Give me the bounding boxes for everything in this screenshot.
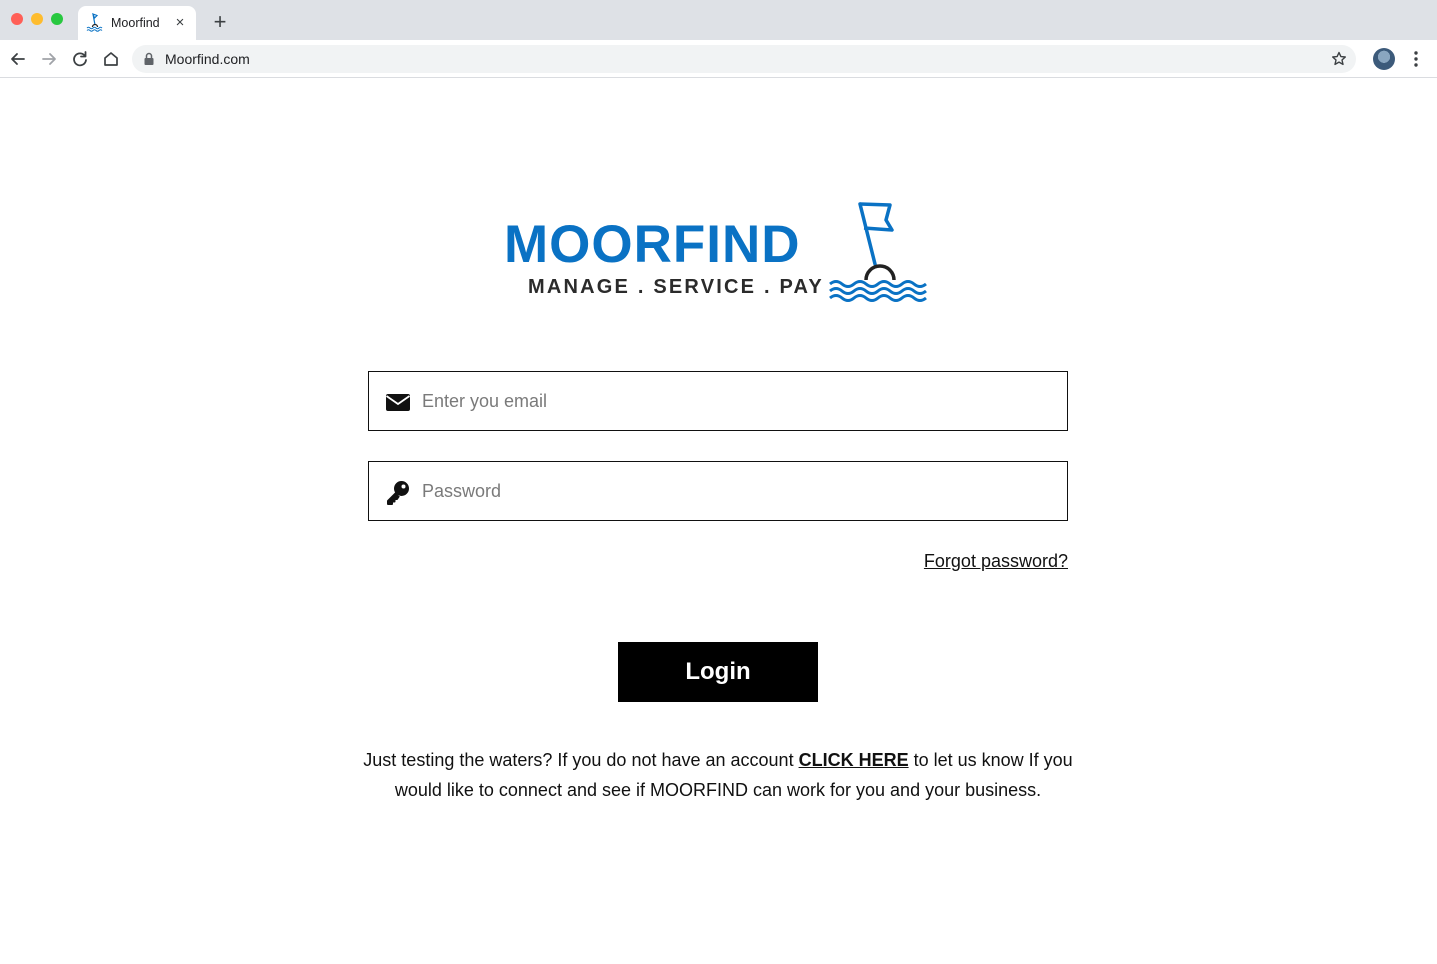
new-tab-button[interactable]: + — [209, 11, 231, 33]
url-text[interactable]: Moorfind.com — [165, 51, 250, 67]
maximize-window-button[interactable] — [51, 13, 63, 25]
reload-icon[interactable] — [69, 48, 91, 70]
browser-toolbar: Moorfind.com — [0, 40, 1437, 78]
home-icon[interactable] — [100, 48, 122, 70]
profile-avatar[interactable] — [1373, 48, 1395, 70]
password-field[interactable] — [368, 461, 1068, 521]
signup-text-before: Just testing the waters? If you do not h… — [363, 750, 799, 770]
close-window-button[interactable] — [11, 13, 23, 25]
tab-title: Moorfind — [111, 16, 160, 30]
kebab-menu-icon[interactable] — [1408, 49, 1424, 69]
password-input[interactable] — [422, 476, 1042, 506]
logo-tagline: MANAGE . SERVICE . PAY — [528, 276, 824, 298]
login-button[interactable]: Login — [618, 642, 818, 702]
logo-wordmark: MOORFIND — [504, 215, 801, 274]
email-field[interactable] — [368, 371, 1068, 431]
moorfind-favicon-icon — [86, 12, 103, 32]
click-here-link[interactable]: CLICK HERE — [799, 750, 909, 770]
signup-prompt: Just testing the waters? If you do not h… — [358, 745, 1078, 805]
browser-tabstrip: Moorfind × + — [0, 0, 1437, 40]
tab-close-icon[interactable]: × — [172, 15, 188, 31]
buoy-flag-icon — [829, 202, 927, 302]
back-arrow-icon[interactable] — [7, 48, 29, 70]
bookmark-star-icon[interactable] — [1330, 50, 1348, 68]
forgot-password-link[interactable]: Forgot password? — [924, 551, 1068, 572]
browser-tab[interactable]: Moorfind × — [78, 6, 196, 40]
forward-arrow-icon[interactable] — [38, 48, 60, 70]
minimize-window-button[interactable] — [31, 13, 43, 25]
lock-icon — [144, 52, 154, 65]
key-icon — [387, 481, 409, 505]
envelope-icon — [385, 394, 411, 411]
address-bar[interactable]: Moorfind.com — [132, 45, 1356, 73]
email-input[interactable] — [422, 386, 1042, 416]
moorfind-logo: MOORFIND MANAGE . SERVICE . PAY — [504, 202, 927, 302]
